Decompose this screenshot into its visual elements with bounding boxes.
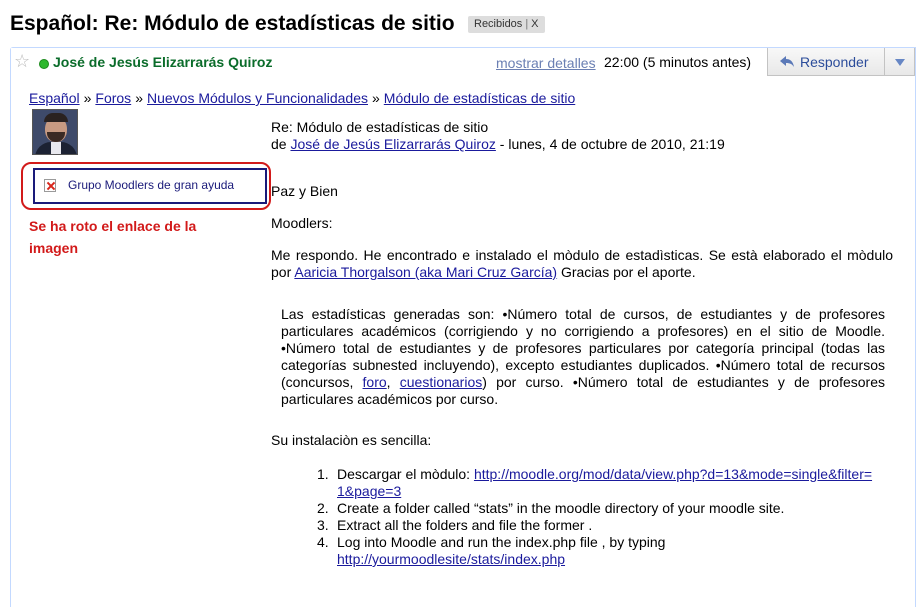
breadcrumb-link-espanol[interactable]: Español — [29, 90, 80, 106]
list-item: 2. Create a folder called “stats” in the… — [299, 500, 879, 517]
remove-label-button[interactable]: X — [531, 18, 538, 30]
broken-image-icon — [44, 179, 56, 192]
step-text: Log into Moodle and run the index.php fi… — [337, 534, 666, 550]
label-chip-separator: | — [525, 18, 529, 30]
step-number: 2. — [317, 500, 329, 516]
broken-image-alt-text: Grupo Moodlers de gran ayuda — [68, 178, 235, 192]
breadcrumb-separator: » — [135, 90, 143, 106]
body-moodlers: Moodlers: — [271, 215, 333, 231]
install-steps-list: 1. Descargar el mòdulo: http://moodle.or… — [299, 466, 879, 568]
label-chip-inbox[interactable]: Recibidos | X — [468, 16, 545, 33]
list-item: 1. Descargar el mòdulo: http://moodle.or… — [299, 466, 879, 500]
breadcrumb-link-foros[interactable]: Foros — [95, 90, 131, 106]
stats-index-link[interactable]: http://yourmoodlesite/stats/index.php — [337, 551, 565, 567]
label-chip-text: Recibidos — [474, 18, 523, 30]
step-number: 3. — [317, 517, 329, 533]
body-reply-thanks: Gracias por el aporte. — [557, 264, 696, 280]
breadcrumb-separator: » — [372, 90, 380, 106]
author-credit-link[interactable]: Aaricia Thorgalson (aka Mari Cruz García… — [294, 264, 557, 280]
cuestionarios-link[interactable]: cuestionarios — [400, 374, 483, 390]
step-number: 4. — [317, 534, 329, 550]
message-card: ☆ José de Jesús Elizarrarás Quiroz mostr… — [10, 47, 916, 607]
quoted-description: Las estadísticas generadas son: •Número … — [281, 306, 885, 408]
dropdown-arrow-icon — [895, 59, 905, 66]
post-author-link[interactable]: José de Jesús Elizarrarás Quiroz — [290, 136, 495, 152]
step-text: Create a folder called “stats” in the mo… — [337, 500, 785, 516]
post-meta: de José de Jesús Elizarrarás Quiroz - lu… — [271, 136, 725, 152]
post-title: Re: Módulo de estadísticas de sitio — [271, 119, 489, 135]
email-subject: Español: Re: Módulo de estadísticas de s… — [10, 12, 455, 35]
breadcrumb-separator: » — [83, 90, 92, 106]
foro-link[interactable]: foro — [363, 374, 387, 390]
post-by-label: de — [271, 136, 287, 152]
reply-button[interactable]: Responder — [767, 48, 885, 76]
star-icon[interactable]: ☆ — [14, 51, 30, 71]
annotation-note: Se ha roto el enlace de la imagen — [29, 218, 197, 256]
step-text: Descargar el mòdulo: — [337, 466, 474, 482]
show-details-link[interactable]: mostrar detalles — [496, 55, 596, 71]
step-text: Extract all the folders and file the for… — [337, 517, 593, 533]
message-time: 22:00 (5 minutos antes) — [604, 54, 752, 70]
breadcrumb-link-nuevos-modulos[interactable]: Nuevos Módulos y Funcionalidades — [147, 90, 368, 106]
more-actions-button[interactable] — [885, 48, 915, 76]
list-item: 3. Extract all the folders and file the … — [299, 517, 879, 534]
body-greeting: Paz y Bien — [271, 183, 338, 199]
message-header: ☆ José de Jesús Elizarrarás Quiroz mostr… — [11, 48, 915, 78]
sender-name[interactable]: José de Jesús Elizarrarás Quiroz — [53, 54, 272, 70]
avatar-hair-shape — [44, 113, 68, 122]
body-reply-paragraph: Me respondo. He encontrado e instalado e… — [271, 247, 893, 281]
breadcrumb-link-modulo-estadisticas[interactable]: Módulo de estadísticas de sitio — [384, 90, 575, 106]
reply-arrow-icon — [780, 56, 794, 67]
post-date: - lunes, 4 de octubre de 2010, 21:19 — [499, 136, 725, 152]
author-avatar[interactable] — [32, 109, 78, 155]
reply-button-label: Responder — [800, 54, 869, 70]
install-intro: Su instalaciòn es sencilla: — [271, 432, 432, 448]
quote-comma: , — [386, 374, 400, 390]
avatar-shirt-shape — [51, 142, 61, 154]
online-status-icon — [39, 59, 49, 69]
list-item: 4. Log into Moodle and run the index.php… — [299, 534, 879, 568]
breadcrumb: Español» Foros» Nuevos Módulos y Funcional… — [29, 90, 575, 106]
step-number: 1. — [317, 466, 329, 482]
